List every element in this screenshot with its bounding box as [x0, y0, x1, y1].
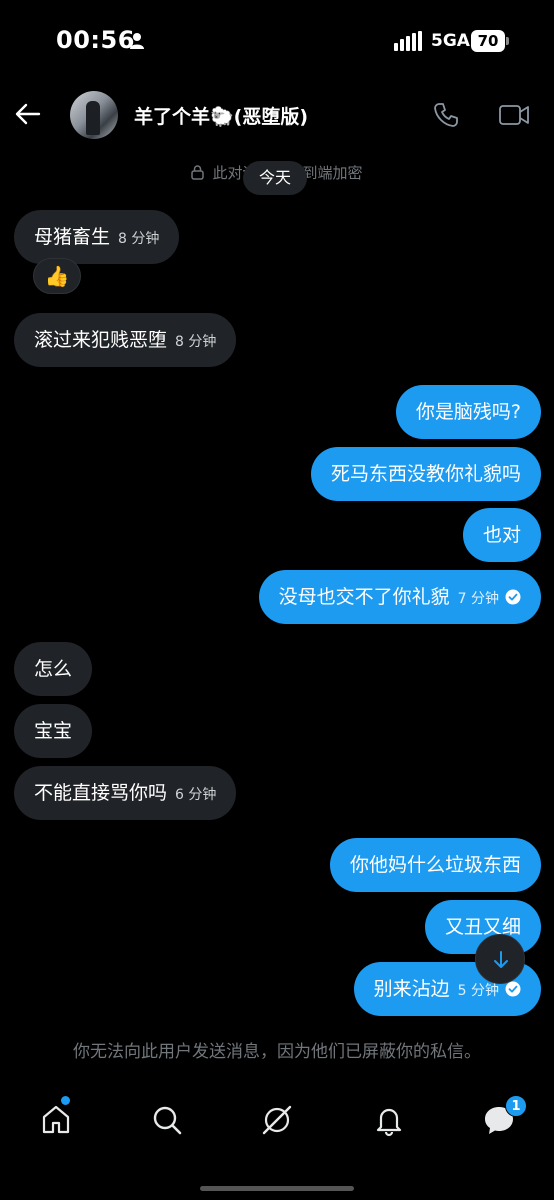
message-text: 宝宝	[34, 720, 73, 742]
message-text: 别来沾边	[373, 978, 450, 1000]
lock-icon	[191, 165, 205, 180]
message-bubble[interactable]: 你是脑残吗?	[395, 385, 541, 439]
message-bubble[interactable]: 不能直接骂你吗 6 分钟	[14, 766, 237, 820]
notifications-icon[interactable]	[372, 1103, 406, 1137]
home-unread-dot	[61, 1096, 70, 1105]
grok-icon[interactable]	[260, 1103, 294, 1137]
message-text: 没母也交不了你礼貌	[278, 586, 450, 608]
back-arrow-icon[interactable]	[14, 100, 42, 128]
message-time: 7 分钟	[457, 591, 499, 607]
gesture-bar[interactable]	[200, 1186, 354, 1191]
arrow-down-icon	[494, 951, 508, 968]
message-text: 也对	[482, 524, 521, 546]
message-text: 母猪畜生	[34, 226, 111, 248]
read-check-icon	[505, 589, 521, 605]
search-icon[interactable]	[150, 1103, 184, 1137]
message-bubble[interactable]: 滚过来犯贱恶堕 8 分钟	[14, 313, 237, 367]
battery-indicator: 70	[471, 30, 505, 52]
conversation-header: 羊了个羊🐑(恶堕版)	[0, 82, 554, 148]
contact-name[interactable]: 羊了个羊🐑(恶堕版)	[134, 102, 308, 129]
message-bubble[interactable]: 没母也交不了你礼貌 7 分钟	[258, 570, 541, 624]
status-time: 00:56	[56, 26, 135, 54]
blocked-notice: 你无法向此用户发送消息，因为他们已屏蔽你的私信。	[73, 1042, 481, 1062]
battery-tip	[506, 37, 509, 45]
signal-icon	[394, 31, 422, 51]
video-camera-icon[interactable]	[498, 102, 530, 128]
thumbs-up-reaction-icon[interactable]: 👍	[33, 258, 81, 294]
avatar[interactable]	[70, 91, 118, 139]
message-bubble[interactable]: 宝宝	[14, 704, 93, 758]
message-time: 6 分钟	[175, 787, 217, 803]
message-time: 8 分钟	[118, 231, 160, 247]
home-icon[interactable]	[39, 1103, 73, 1137]
person-status-icon	[130, 33, 144, 49]
bottom-nav	[0, 1085, 554, 1155]
messages-badge: 1	[505, 1095, 527, 1117]
message-text: 滚过来犯贱恶堕	[34, 329, 168, 351]
message-text: 不能直接骂你吗	[34, 782, 168, 804]
message-bubble[interactable]: 你他妈什么垃圾东西	[329, 838, 541, 892]
status-bar: 00:56 5GA 70	[0, 0, 554, 80]
message-text: 死马东西没教你礼貌吗	[330, 463, 521, 485]
date-separator: 今天	[243, 161, 308, 195]
scroll-to-bottom-button[interactable]	[475, 934, 525, 984]
message-text: 又丑又细	[444, 916, 521, 938]
message-text: 你是脑残吗?	[415, 401, 521, 423]
phone-icon[interactable]	[432, 101, 460, 129]
message-bubble[interactable]: 死马东西没教你礼貌吗	[310, 447, 541, 501]
message-text: 你他妈什么垃圾东西	[349, 854, 521, 876]
message-text: 怎么	[34, 658, 73, 680]
message-time: 5 分钟	[457, 983, 499, 999]
message-time: 8 分钟	[175, 334, 217, 350]
read-check-icon	[505, 981, 521, 997]
message-bubble[interactable]: 也对	[462, 508, 541, 562]
message-bubble[interactable]: 怎么	[14, 642, 93, 696]
network-label: 5GA	[431, 31, 470, 51]
message-bubble[interactable]: 母猪畜生 8 分钟	[14, 210, 180, 264]
